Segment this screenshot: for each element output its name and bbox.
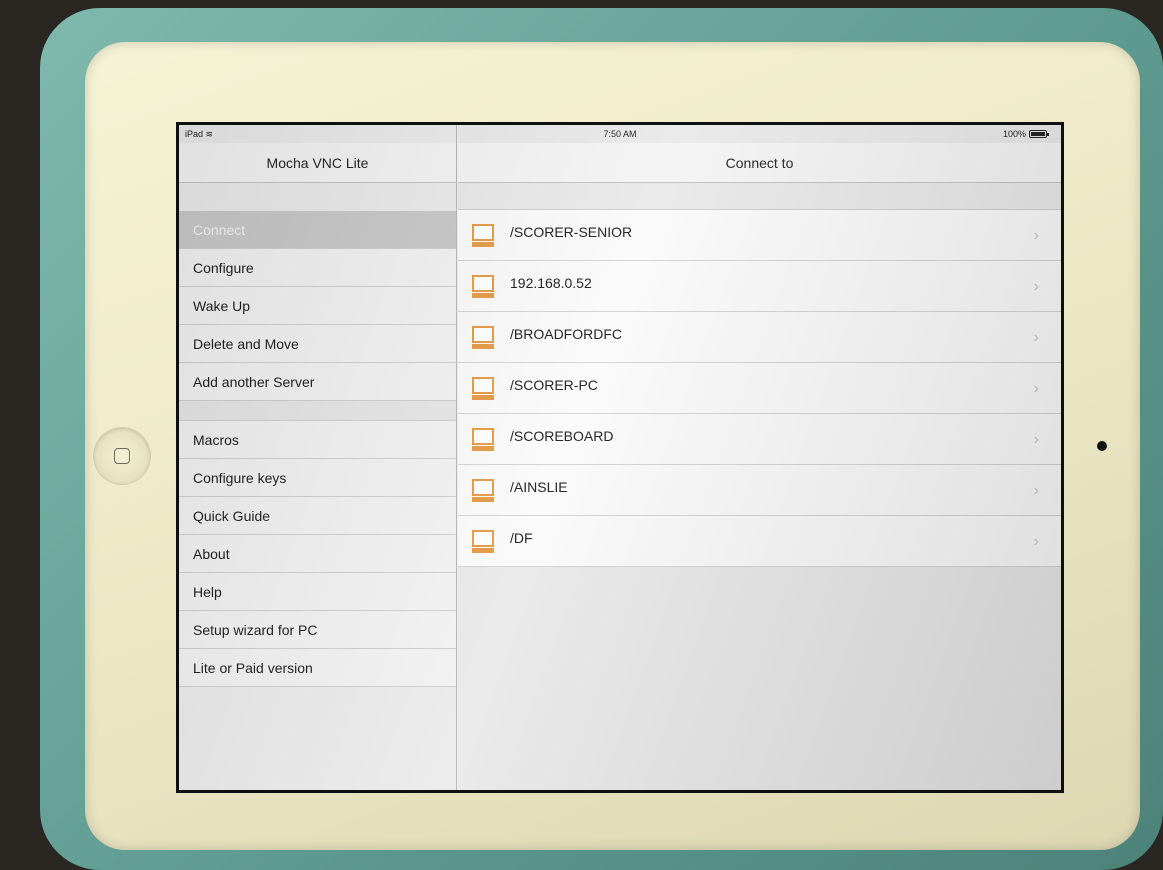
server-name: /SCORER-SENIOR [510,224,633,240]
server-row[interactable]: /AINSLIE › [458,465,1061,516]
chevron-right-icon: › [1033,278,1039,295]
server-row[interactable]: /BROADFORDFC › [458,312,1061,363]
computer-icon [472,428,494,452]
chevron-right-icon: › [1033,329,1039,346]
server-name: /SCOREBOARD [510,428,614,444]
battery-status: 100% [1002,129,1049,139]
server-name: /DF [510,530,533,546]
server-name: 192.168.0.52 [510,275,592,291]
menu-item[interactable]: Configure keys [179,459,456,497]
menu-item[interactable]: Delete and Move [179,325,456,363]
menu-item[interactable]: Configure [179,249,456,287]
chevron-right-icon: › [1033,533,1039,550]
app-display: Mocha VNC Lite Connect Configure Wake Up De… [179,125,1061,790]
server-list: /SCORER-SENIOR › 192.168.0.52 ›/BROADFORDFC… [458,209,1061,567]
master-pane: Mocha VNC Lite Connect Configure Wake Up De… [179,125,457,790]
main-menu: Connect Configure Wake Up Delete and Move Ad… [179,211,456,687]
server-name: /BROADFORDFC [510,326,622,342]
computer-icon [472,377,494,401]
server-row[interactable]: 192.168.0.52 › [458,261,1061,312]
chevron-right-icon: › [1033,431,1039,448]
computer-icon [472,326,494,350]
chevron-right-icon: › [1033,227,1039,244]
chevron-right-icon: › [1033,380,1039,397]
menu-item[interactable]: About [179,535,456,573]
master-title: Mocha VNC Lite [179,143,456,183]
menu-group-separator [179,401,456,421]
menu-item[interactable]: Macros [179,421,456,459]
computer-icon [472,275,494,299]
computer-icon [472,530,494,554]
status-bar: iPad ≋ 7:50 AM 100% [179,125,1061,143]
server-row[interactable]: /SCORER-SENIOR › [458,210,1061,261]
server-name: /SCORER-PC [510,377,598,393]
status-time: 7:50 AM [603,129,637,139]
menu-item[interactable]: Connect [179,211,456,249]
menu-item[interactable]: Lite or Paid version [179,649,456,687]
computer-icon [472,479,494,503]
detail-pane: Connect to /SCORER-SENIOR › 192.168.0.52 › /… [458,125,1061,790]
computer-icon [472,224,494,248]
battery-icon [1029,130,1049,138]
menu-item[interactable]: Add another Server [179,363,456,401]
home-button[interactable] [94,428,150,484]
tablet-screen: Mocha VNC Lite Connect Configure Wake Up De… [176,122,1064,793]
home-square-icon [114,448,130,464]
detail-title: Connect to [458,143,1061,183]
front-camera [1097,441,1107,451]
menu-item[interactable]: Wake Up [179,287,456,325]
menu-item[interactable]: Help [179,573,456,611]
server-row[interactable]: /SCORER-PC › [458,363,1061,414]
server-row[interactable]: /SCOREBOARD › [458,414,1061,465]
server-row[interactable]: /DF › [458,516,1061,567]
menu-item[interactable]: Setup wizard for PC [179,611,456,649]
chevron-right-icon: › [1033,482,1039,499]
server-name: /AINSLIE [510,479,568,495]
menu-item[interactable]: Quick Guide [179,497,456,535]
battery-percent: 100% [1002,129,1026,139]
